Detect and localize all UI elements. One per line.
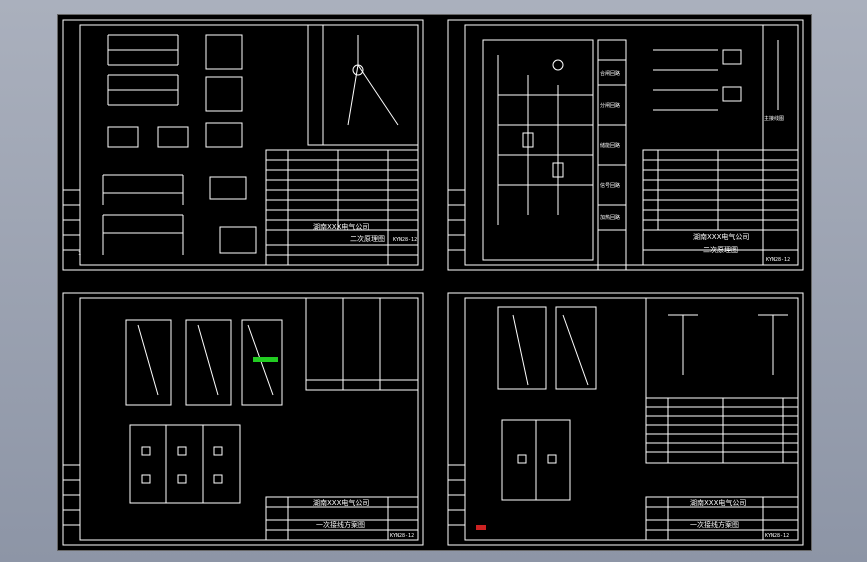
drawing-number: KYN28-12 bbox=[766, 257, 790, 263]
function-labels: 合闸回路 分闸回路 储能回路 信号回路 加热回路 bbox=[597, 39, 627, 271]
sheet-title: 一次接线方案图 bbox=[690, 520, 739, 529]
label-heater-circuit: 加热回路 bbox=[600, 214, 620, 221]
company-name: 湖南XXX电气公司 bbox=[313, 222, 369, 231]
wiring-panel bbox=[305, 297, 419, 391]
sheet-bottom-left: 湖南XXX电气公司 一次接线方案图 KYN28-12 bbox=[62, 292, 424, 546]
red-marker bbox=[476, 525, 486, 530]
left-title-strip bbox=[448, 464, 465, 526]
breaker-schematic bbox=[307, 24, 419, 146]
title-block: 湖南XXX电气公司 二次原理图 KYN28-12 bbox=[265, 149, 419, 266]
drawing-number: KYN28-12 bbox=[765, 533, 789, 539]
drawing-number: KYN28-12 bbox=[393, 237, 417, 243]
cabinet-front-views bbox=[129, 424, 241, 504]
company-name: 湖南XXX电气公司 bbox=[313, 498, 369, 507]
cabinet-side-views bbox=[497, 306, 597, 390]
drawing-number: KYN28-12 bbox=[390, 533, 414, 539]
company-name: 湖南XXX电气公司 bbox=[690, 498, 746, 507]
relay-circuits bbox=[102, 34, 257, 255]
drawing-canvas: 湖南XXX电气公司 二次原理图 KYN28-12 合闸回路 分闸回路 储能回路 … bbox=[57, 14, 812, 551]
label-signal-circuit: 信号回路 bbox=[600, 182, 620, 189]
sheet-bottom-right: 湖南XXX电气公司 一次接线方案图 KYN28-12 bbox=[447, 292, 804, 546]
label-close-circuit: 合闸回路 bbox=[600, 70, 620, 77]
sheet-title: 二次原理图 bbox=[703, 245, 738, 254]
aux-schematic: 主接线图 bbox=[653, 25, 784, 155]
sheet-title: 一次接线方案图 bbox=[316, 520, 365, 529]
sheet-top-left: 湖南XXX电气公司 二次原理图 KYN28-12 bbox=[62, 19, 424, 271]
title-block: 湖南XXX电气公司 一次接线方案图 KYN28-12 bbox=[265, 496, 419, 541]
cabinet-front-view bbox=[501, 419, 571, 501]
left-title-strip bbox=[448, 189, 465, 251]
label-storage-circuit: 储能回路 bbox=[600, 142, 620, 149]
title-block: 湖南XXX电气公司 二次原理图 KYN28-12 bbox=[642, 149, 799, 266]
title-block: 湖南XXX电气公司 一次接线方案图 KYN28-12 bbox=[645, 496, 799, 541]
main-wiring-label: 主接线图 bbox=[764, 115, 784, 122]
schematic-and-table bbox=[645, 297, 799, 464]
sheet-title: 二次原理图 bbox=[350, 234, 385, 243]
label-trip-circuit: 分闸回路 bbox=[600, 102, 620, 109]
cabinet-side-views bbox=[125, 319, 283, 406]
control-ladder bbox=[482, 39, 594, 261]
cad-drawing: 湖南XXX电气公司 二次原理图 KYN28-12 合闸回路 分闸回路 储能回路 … bbox=[62, 19, 804, 546]
left-title-strip bbox=[63, 464, 80, 526]
company-name: 湖南XXX电气公司 bbox=[693, 232, 749, 241]
left-title-strip bbox=[63, 189, 80, 251]
side-label: 1 bbox=[78, 251, 81, 257]
sheet-top-right: 合闸回路 分闸回路 储能回路 信号回路 加热回路 主接线图 湖南XXX电气公司 … bbox=[447, 19, 804, 271]
green-highlight bbox=[253, 357, 278, 362]
